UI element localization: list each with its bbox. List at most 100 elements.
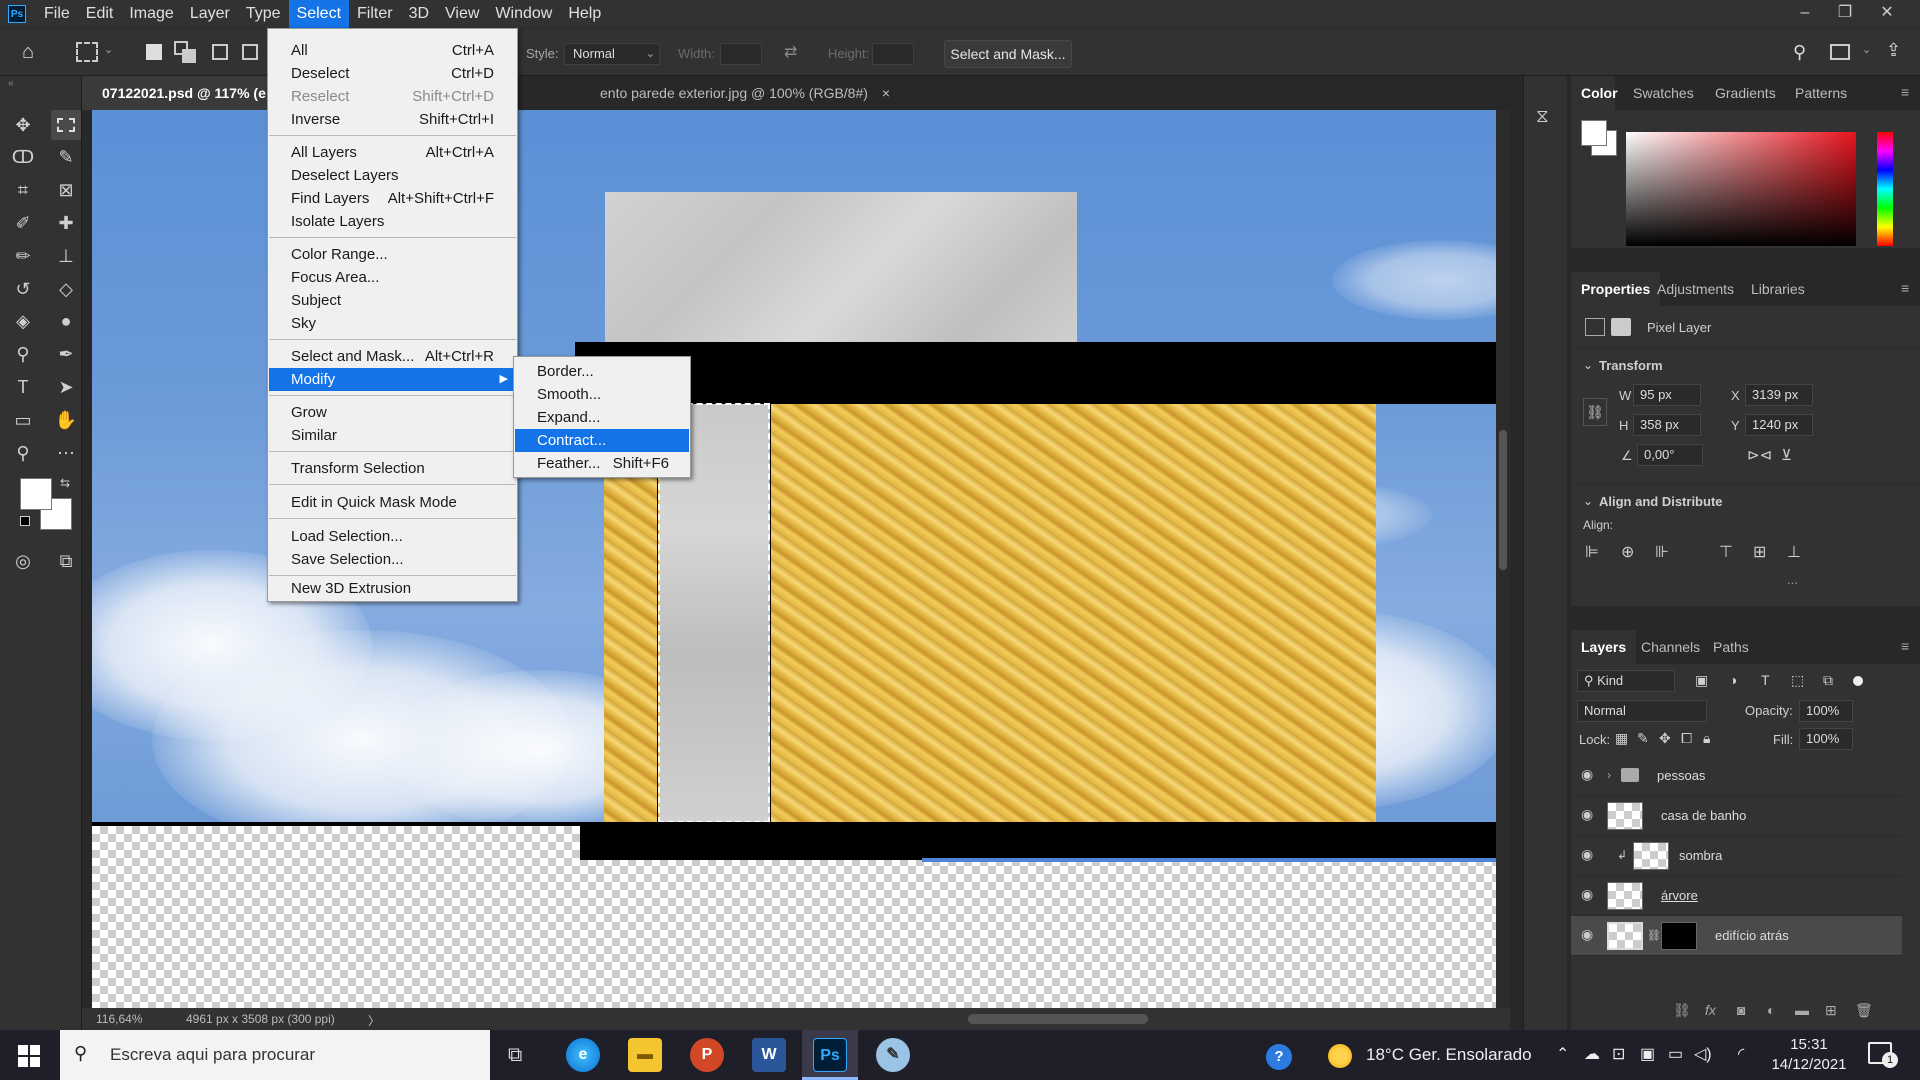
width-field[interactable]: 95 px xyxy=(1633,384,1701,406)
select-and-mask-button[interactable]: Select and Mask... xyxy=(944,40,1072,68)
tab-swatches[interactable]: Swatches xyxy=(1623,76,1704,110)
magic-wand-tool-icon[interactable]: ✎ xyxy=(51,142,81,172)
more-tools-icon[interactable]: ⋯ xyxy=(51,438,81,468)
tab-paths[interactable]: Paths xyxy=(1703,630,1759,664)
close-tab-icon[interactable]: × xyxy=(882,85,890,101)
tab-gradients[interactable]: Gradients xyxy=(1705,76,1786,110)
menu-item-deselect-layers[interactable]: Deselect Layers xyxy=(269,164,516,187)
eye-icon[interactable]: ◉ xyxy=(1581,766,1593,783)
scroll-thumb[interactable] xyxy=(1499,430,1507,570)
chevron-down-icon[interactable]: ⌄ xyxy=(1583,494,1593,508)
tab-document-1[interactable]: 07122021.psd @ 117% (e xyxy=(82,76,268,110)
history-icon[interactable]: ⧖ xyxy=(1536,106,1549,127)
menu-item-all[interactable]: All Ctrl+A xyxy=(269,39,516,62)
frame-tool-icon[interactable]: ⊠ xyxy=(51,175,81,205)
history-brush-tool-icon[interactable]: ↺ xyxy=(8,274,38,304)
wifi-icon[interactable]: ◜ xyxy=(1738,1044,1744,1064)
mask-icon[interactable] xyxy=(1611,318,1631,336)
width-field[interactable] xyxy=(720,43,762,65)
edge-icon[interactable]: e xyxy=(566,1038,600,1072)
menu-select[interactable]: Select xyxy=(288,0,350,28)
eye-icon[interactable]: ◉ xyxy=(1581,926,1593,943)
lock-all-icon[interactable]: 🔒︎ xyxy=(1703,730,1710,747)
powerpoint-icon[interactable]: P xyxy=(690,1038,724,1072)
pixel-filter-icon[interactable]: ▣ xyxy=(1695,672,1708,689)
link-icon[interactable]: ⛓ xyxy=(1647,929,1661,942)
layer-row-pessoas[interactable]: ◉ › pessoas xyxy=(1571,756,1902,796)
menu-layer[interactable]: Layer xyxy=(182,0,238,28)
default-colors-icon[interactable] xyxy=(20,516,30,526)
help-icon[interactable]: ? xyxy=(1266,1044,1292,1070)
dodge-tool-icon[interactable]: ⚲ xyxy=(8,339,38,369)
flip-vertical-icon[interactable]: ⊻ xyxy=(1781,446,1792,464)
menu-item-new-3d-extrusion[interactable]: New 3D Extrusion xyxy=(269,577,516,600)
menu-type[interactable]: Type xyxy=(238,0,289,28)
new-selection-icon[interactable] xyxy=(146,44,162,60)
adjustment-filter-icon[interactable]: ◑ xyxy=(1729,672,1737,688)
menu-item-smooth[interactable]: Smooth... xyxy=(515,383,689,406)
fill-field[interactable]: 100% xyxy=(1799,728,1853,750)
align-middle-icon[interactable]: ⊞ xyxy=(1753,542,1766,562)
marquee-tool-icon[interactable] xyxy=(76,42,98,62)
word-icon[interactable]: W xyxy=(752,1038,786,1072)
menu-item-deselect[interactable]: Deselect Ctrl+D xyxy=(269,62,516,85)
move-tool-icon[interactable]: ✥ xyxy=(8,110,38,140)
color-field[interactable] xyxy=(1626,132,1856,246)
share-icon[interactable]: ⇪ xyxy=(1886,40,1901,61)
eraser-tool-icon[interactable]: ◇ xyxy=(51,274,81,304)
task-view-icon[interactable]: ⧉ xyxy=(508,1044,522,1067)
menu-item-contract[interactable]: Contract... xyxy=(515,429,689,452)
align-top-icon[interactable]: ⊤ xyxy=(1719,542,1733,562)
hand-tool-icon[interactable]: ✋ xyxy=(51,405,81,435)
eye-icon[interactable]: ◉ xyxy=(1581,886,1593,903)
align-bottom-icon[interactable]: ⊥ xyxy=(1787,542,1801,562)
menu-item-color-range[interactable]: Color Range... xyxy=(269,243,516,266)
trash-icon[interactable]: 🗑︎ xyxy=(1855,1002,1873,1019)
chevron-up-icon[interactable]: ⌃ xyxy=(1556,1044,1569,1064)
status-arrow-icon[interactable]: 〉 xyxy=(368,1012,380,1029)
paint-bucket-tool-icon[interactable]: ◈ xyxy=(8,306,38,336)
panel-menu-icon[interactable]: ≡ xyxy=(1901,638,1909,654)
hue-slider[interactable] xyxy=(1877,132,1893,246)
eye-icon[interactable]: ◉ xyxy=(1581,846,1593,863)
align-right-icon[interactable]: ⊪ xyxy=(1655,542,1669,562)
search-icon[interactable]: ⚲ xyxy=(1793,42,1806,63)
height-field[interactable] xyxy=(872,43,914,65)
style-select[interactable]: Normal ⌄ xyxy=(564,43,660,65)
tab-libraries[interactable]: Libraries xyxy=(1741,272,1815,306)
lock-position-icon[interactable]: ✥ xyxy=(1659,730,1671,747)
menu-item-save-selection[interactable]: Save Selection... xyxy=(269,548,516,571)
menu-window[interactable]: Window xyxy=(487,0,560,28)
tab-adjustments[interactable]: Adjustments xyxy=(1647,272,1744,306)
menu-view[interactable]: View xyxy=(437,0,487,28)
menu-item-all-layers[interactable]: All Layers Alt+Ctrl+A xyxy=(269,141,516,164)
menu-item-feather[interactable]: Feather... Shift+F6 xyxy=(515,452,689,475)
lasso-tool-icon[interactable]: ↀ xyxy=(8,142,38,172)
menu-item-modify[interactable]: Modify ▶ xyxy=(269,368,516,391)
fx-icon[interactable]: fx xyxy=(1705,1002,1716,1018)
panel-menu-icon[interactable]: ≡ xyxy=(1901,84,1909,100)
smart-filter-icon[interactable]: ⧉ xyxy=(1823,672,1833,689)
zoom-level[interactable]: 116,64% xyxy=(96,1012,142,1026)
pen-tool-icon[interactable]: ✒ xyxy=(51,339,81,369)
type-filter-icon[interactable]: T xyxy=(1761,672,1770,688)
lock-transparent-icon[interactable]: ▦ xyxy=(1615,730,1628,747)
stamp-tool-icon[interactable]: ⊥ xyxy=(51,241,81,271)
menu-item-quick-mask[interactable]: Edit in Quick Mask Mode xyxy=(269,491,516,514)
tab-layers[interactable]: Layers xyxy=(1571,630,1637,664)
link-icon[interactable]: ⛓ xyxy=(1583,398,1607,426)
menu-item-inverse[interactable]: Inverse Shift+Ctrl+I xyxy=(269,108,516,131)
menu-item-load-selection[interactable]: Load Selection... xyxy=(269,525,516,548)
menu-item-find-layers[interactable]: Find Layers Alt+Shift+Ctrl+F xyxy=(269,187,516,210)
lock-pixels-icon[interactable]: ✎ xyxy=(1637,730,1649,747)
tab-channels[interactable]: Channels xyxy=(1631,630,1710,664)
menu-item-isolate-layers[interactable]: Isolate Layers xyxy=(269,210,516,233)
restore-button[interactable]: ❐ xyxy=(1826,0,1864,28)
windows-start-icon[interactable] xyxy=(18,1045,40,1067)
menu-item-subject[interactable]: Subject xyxy=(269,289,516,312)
eye-icon[interactable]: ◉ xyxy=(1581,806,1593,823)
chevron-down-icon[interactable]: ⌄ xyxy=(1862,43,1871,56)
file-explorer-icon[interactable]: ▬ xyxy=(628,1038,662,1072)
workspace-icon[interactable] xyxy=(1830,44,1850,60)
adjustment-icon[interactable]: ◐ xyxy=(1767,1002,1775,1018)
